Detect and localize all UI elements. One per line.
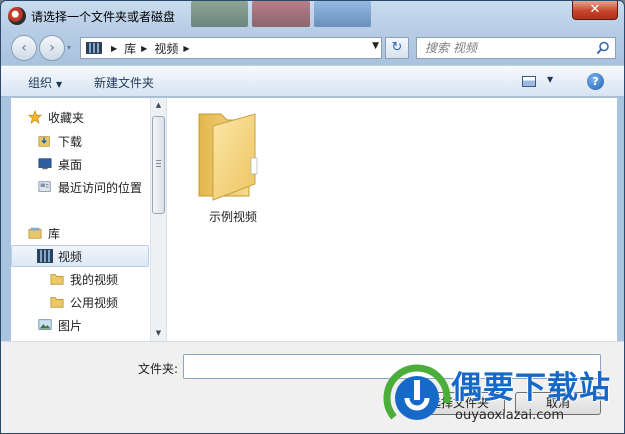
- video-library-icon: [86, 42, 102, 54]
- arrow-right-icon: ›: [49, 40, 55, 56]
- background-thumbnails: [191, 1, 371, 27]
- search-icon[interactable]: [596, 41, 610, 55]
- nav-item-label: 公用视频: [70, 295, 119, 310]
- breadcrumb-chevron-icon[interactable]: ▶: [183, 44, 189, 53]
- title-bar[interactable]: 请选择一个文件夹或者磁盘 ✕: [1, 1, 624, 31]
- forward-button[interactable]: ›: [39, 35, 65, 61]
- back-button[interactable]: ‹: [11, 35, 37, 61]
- folder-field-label: 文件夹:: [138, 362, 179, 376]
- folder-item[interactable]: 示例视频: [193, 104, 273, 224]
- new-folder-button[interactable]: 新建文件夹: [94, 74, 154, 91]
- address-row: ‹ › ▾ ▶ 库 ▶ 视频 ▶ ▼ ↻: [1, 31, 624, 63]
- folder-icon: [50, 274, 64, 285]
- close-button[interactable]: ✕: [572, 1, 618, 20]
- view-options-icon[interactable]: [522, 76, 536, 87]
- video-library-icon: [37, 249, 53, 263]
- pictures-library-icon: [38, 319, 52, 330]
- nav-item-label: 桌面: [58, 157, 83, 172]
- scroll-down-icon[interactable]: ▼: [151, 326, 166, 341]
- arrow-left-icon: ‹: [21, 40, 27, 56]
- search-box: [416, 37, 616, 59]
- file-list: 示例视频: [167, 98, 617, 341]
- folder-icon: [198, 113, 258, 201]
- scrollbar-thumb[interactable]: [152, 116, 165, 214]
- nav-item-downloads[interactable]: 下载: [37, 130, 166, 152]
- nav-item-pictures[interactable]: 图片: [37, 314, 166, 336]
- scroll-up-icon[interactable]: ▲: [151, 98, 166, 113]
- recent-places-icon: [38, 181, 51, 192]
- nav-item-label: 下载: [58, 134, 83, 149]
- history-dropdown-icon[interactable]: ▾: [67, 43, 71, 52]
- nav-item-label: 收藏夹: [48, 110, 85, 125]
- watermark-url: ouyaoxiazai.com: [455, 408, 564, 423]
- folder-picker-dialog: 请选择一个文件夹或者磁盘 ✕ ‹ › ▾ ▶ 库 ▶ 视频 ▶ ▼ ↻ 组织▼: [0, 0, 625, 434]
- breadcrumb-libraries[interactable]: 库: [124, 40, 136, 57]
- folder-icon: [50, 297, 64, 308]
- nav-item-videos[interactable]: 视频: [11, 245, 149, 267]
- download-folder-icon: [38, 136, 50, 147]
- nav-item-desktop[interactable]: 桌面: [37, 153, 166, 175]
- organize-button[interactable]: 组织 ▼: [28, 74, 62, 91]
- app-icon: [8, 7, 26, 25]
- watermark: 偶要下载站 ouyaoxiazai.com: [379, 356, 624, 433]
- folder-item-label: 示例视频: [208, 210, 257, 224]
- nav-item-label: 图片: [58, 318, 83, 333]
- breadcrumb-chevron-icon[interactable]: ▶: [141, 44, 147, 53]
- help-button[interactable]: ?: [587, 73, 604, 90]
- address-bar[interactable]: ▶ 库 ▶ 视频 ▶ ▼: [80, 37, 382, 59]
- window-title: 请选择一个文件夹或者磁盘: [31, 10, 176, 24]
- search-input[interactable]: [417, 38, 587, 58]
- refresh-button[interactable]: ↻: [385, 37, 409, 59]
- refresh-icon: ↻: [391, 40, 403, 55]
- nav-item-label: 我的视频: [70, 272, 119, 287]
- nav-item-label: 库: [48, 226, 61, 241]
- libraries-icon: [28, 227, 42, 239]
- view-dropdown-icon[interactable]: ▼: [547, 75, 553, 84]
- nav-item-libraries[interactable]: 库: [27, 222, 165, 244]
- navigation-pane: 收藏夹 下载 桌面 最近访问的位置 库 视频 我的视频 公用视频 图片: [11, 98, 167, 341]
- breadcrumb-videos[interactable]: 视频: [154, 40, 178, 57]
- watermark-logo-icon: [383, 364, 451, 432]
- breadcrumb-chevron-icon[interactable]: ▶: [111, 44, 117, 53]
- nav-item-label: 最近访问的位置: [58, 180, 143, 195]
- watermark-brand: 偶要下载站: [451, 370, 611, 406]
- nav-scrollbar[interactable]: ▲ ▼: [150, 98, 166, 341]
- address-dropdown-icon[interactable]: ▼: [372, 41, 379, 51]
- command-toolbar: 组织 ▼ 新建文件夹 ▼ ?: [1, 65, 624, 97]
- desktop-icon: [38, 158, 52, 170]
- star-icon: [27, 110, 43, 124]
- nav-item-label: 视频: [58, 249, 83, 264]
- nav-item-recent-places[interactable]: 最近访问的位置: [37, 176, 166, 198]
- organize-label: 组织: [28, 76, 53, 90]
- nav-item-favorites[interactable]: 收藏夹: [27, 106, 165, 128]
- chevron-down-icon: ▼: [56, 80, 63, 89]
